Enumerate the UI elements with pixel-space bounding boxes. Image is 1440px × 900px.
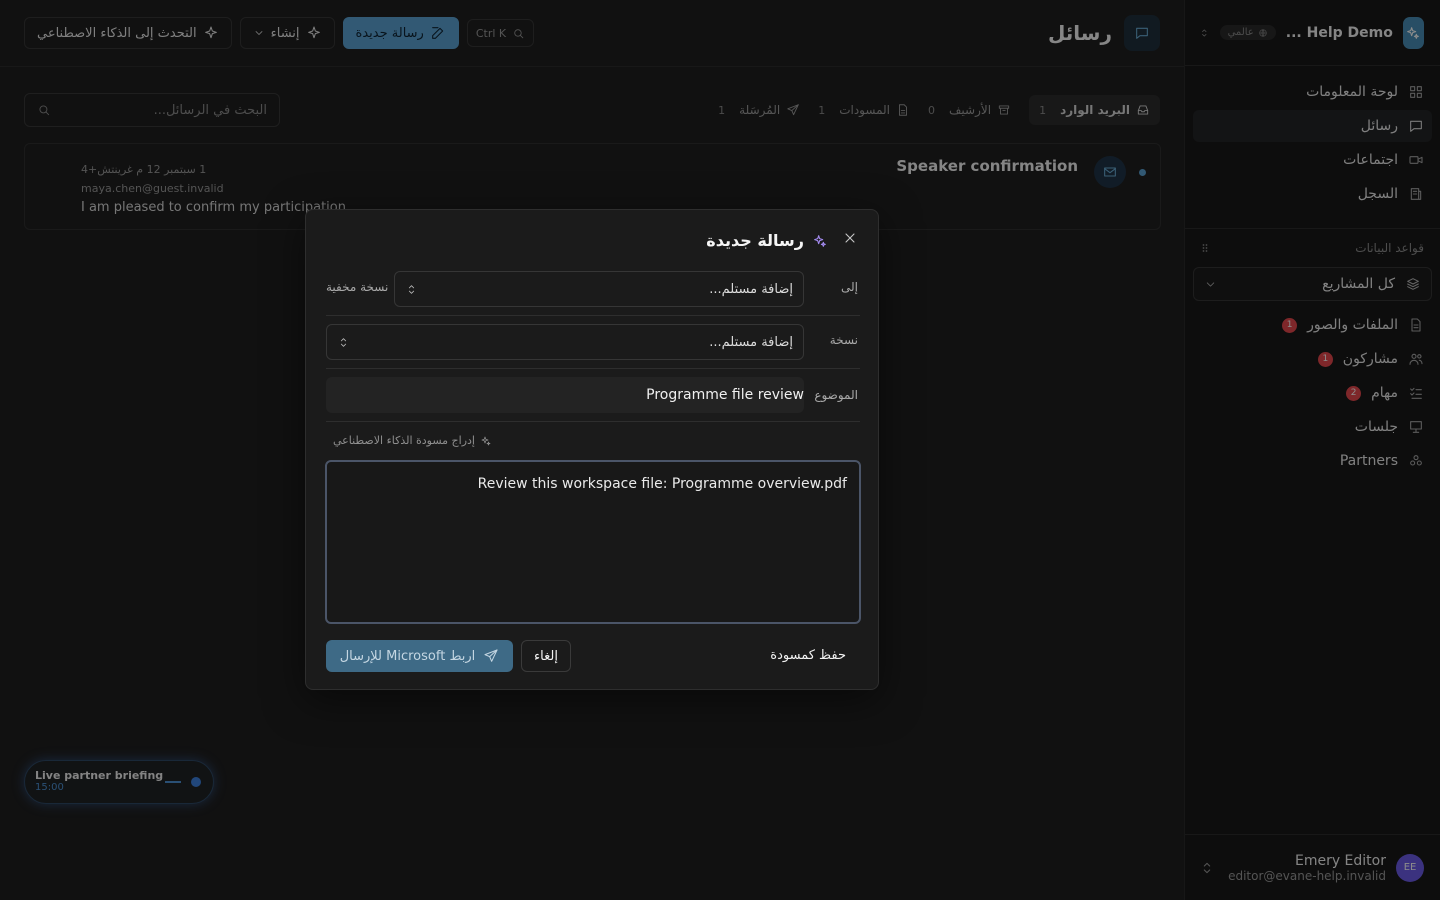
bcc-toggle[interactable]: نسخة مخفية (326, 280, 388, 294)
chevron-updown-icon (340, 337, 347, 347)
field-divider (326, 368, 860, 369)
close-icon[interactable] (842, 230, 858, 246)
save-draft-button[interactable]: حفظ كمسودة (770, 648, 846, 663)
insert-ai-draft-button[interactable]: إدراج مسودة الذكاء الاصطناعي (333, 434, 492, 447)
message-body-textarea[interactable]: Review this workspace file: Programme ov… (325, 460, 861, 624)
to-recipient-input[interactable]: إضافة مستلم... (709, 282, 793, 297)
send-icon (484, 649, 498, 662)
to-recipient-field[interactable]: إضافة مستلم... (394, 271, 804, 307)
cc-recipient-input[interactable]: إضافة مستلم... (709, 335, 793, 350)
sparkles-icon (481, 436, 491, 445)
field-divider (326, 421, 860, 422)
subject-input[interactable]: Programme file review (326, 377, 804, 413)
subject-label: الموضوع (814, 388, 858, 402)
cc-label: نسخة (829, 333, 858, 347)
compose-dialog: رسالة جديدة إلى إضافة مستلم... نسخة مخفي… (305, 209, 879, 690)
connect-microsoft-send-button[interactable]: اربط Microsoft للإرسال (326, 640, 513, 672)
to-label: إلى (841, 280, 858, 294)
chevron-updown-icon (408, 284, 415, 294)
insert-ai-draft-label: إدراج مسودة الذكاء الاصطناعي (332, 434, 475, 447)
dialog-title: رسالة جديدة (706, 231, 804, 250)
field-divider (326, 315, 860, 316)
cancel-button[interactable]: إلغاء (521, 640, 571, 672)
sparkles-icon (814, 234, 826, 247)
cc-recipient-field[interactable]: إضافة مستلم... (326, 324, 804, 360)
send-button-label: اربط Microsoft للإرسال (339, 648, 476, 664)
dialog-title-row: رسالة جديدة (706, 231, 828, 250)
